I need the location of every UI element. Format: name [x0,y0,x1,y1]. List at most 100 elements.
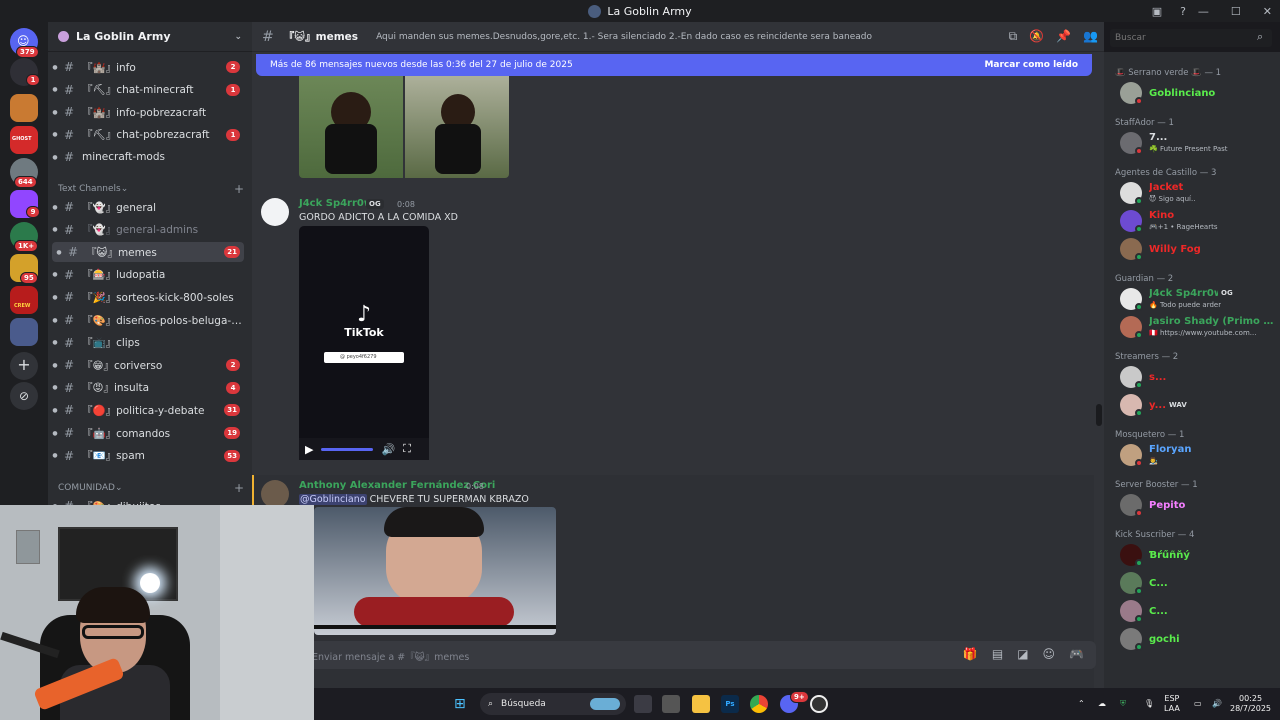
add-channel-icon[interactable]: + [234,481,244,495]
sidebar-channel[interactable]: ● # 『⛏』chat-minecraft 1 [48,80,244,100]
scrollbar[interactable] [1096,404,1102,426]
notification-icon[interactable]: 🔕 [1029,29,1044,44]
twitch-server-icon[interactable]: 9 [10,190,40,218]
tray-chevron-icon[interactable]: ⌃ [1078,699,1085,709]
compass-icon[interactable]: ⊘ [10,382,38,410]
cloud-icon[interactable]: ☁ [1098,699,1106,709]
sidebar-channel[interactable]: ● # 『🎉』sorteos-kick-800-soles [48,287,244,307]
member-item[interactable]: y... WAV [1120,392,1276,418]
task-view-icon[interactable] [634,695,652,713]
minimize-button[interactable]: — [1198,5,1209,18]
server-icon-6[interactable]: 1K+ [10,222,39,252]
search-input[interactable] [1110,29,1272,47]
mic-icon[interactable]: 🎙 [1144,699,1154,709]
server-icon-3[interactable]: GHOST [10,126,38,154]
member-item[interactable]: Kino 🎮+1 • RageHearts [1120,208,1276,234]
member-item[interactable]: Jasiro Shady (Primo d... 🇵🇪 https://www.y… [1120,314,1276,340]
member-item[interactable]: Goblinciano [1120,80,1276,106]
superman-gif[interactable] [314,507,556,635]
threads-icon[interactable]: ⧉ [1009,29,1018,44]
file-explorer-icon[interactable] [692,695,710,713]
pin-icon[interactable]: 📌 [1056,29,1071,44]
new-messages-bar[interactable]: Más de 86 mensajes nuevos desde las 0:36… [256,54,1092,76]
windows-start-icon[interactable]: ⊞ [454,696,466,712]
category-text-channels[interactable]: Text Channels ⌄ + [58,182,244,196]
user-mention[interactable]: @Goblinciano [299,494,367,505]
chrome-icon[interactable] [750,695,768,713]
inbox-icon[interactable]: ▣ [1152,5,1162,18]
tiktok-video[interactable]: ♪ TikTok @ peyo4f6279 ▶ 🔊 ⛶ [299,226,429,460]
sidebar-channel[interactable]: ● # 『👻』general [48,197,244,217]
apps-icon[interactable]: 🎮 [1069,647,1084,661]
member-item[interactable]: Jacket 😈 Sigo aquí.. [1120,180,1276,206]
member-item[interactable]: Floryan 👨‍🎨 [1120,442,1276,468]
taskbar-search[interactable]: ⌕ Búsqueda [480,693,626,715]
sidebar-channel[interactable]: ● # 『🎰』ludopatia [48,265,244,285]
emoji-icon[interactable]: ☺ [1043,647,1056,661]
sidebar-channel[interactable]: ● # 『🔴』politica-y-debate 31 [48,400,244,420]
server-icon-8[interactable]: CREW [10,286,38,314]
server-header[interactable]: La Goblin Army ⌄ [48,22,252,52]
discord-taskbar-icon[interactable]: 9+ [780,691,809,713]
play-icon[interactable]: ▶ [305,443,313,456]
help-icon[interactable]: ? [1180,5,1186,18]
mark-as-read-button[interactable]: Marcar como leído [984,60,1078,70]
server-icon-7[interactable]: 95 [10,254,38,284]
sidebar-channel[interactable]: ● # minecraft-mods [48,147,244,167]
message-composer[interactable]: Enviar mensaje a #『😺』memes 🎁 ▤ ◪ ☺ 🎮 [298,641,1096,669]
member-item[interactable]: J4ck Sp4rr0w 🔥 Todo puede arder OG [1120,286,1276,312]
member-item[interactable]: gochi [1120,626,1276,652]
seek-bar[interactable] [321,447,374,451]
member-item[interactable]: s... [1120,364,1276,390]
add-channel-icon[interactable]: + [234,182,244,196]
image-attachment[interactable] [299,66,509,178]
sidebar-channel[interactable]: ● # 『😺』memes 21 [52,242,244,263]
close-button[interactable]: ✕ [1263,5,1272,18]
sidebar-channel[interactable]: ● # 『👻』general-admins [48,220,244,240]
sidebar-channel[interactable]: ● # 『🎨』diseños-polos-beluga-ar... [48,310,244,330]
language-indicator[interactable]: ESP LAA [1164,694,1180,714]
sidebar-channel[interactable]: ● # 『📺』clips [48,333,244,353]
photoshop-icon[interactable]: Ps [721,695,739,713]
category-comunidad[interactable]: COMUNIDAD ⌄ + [58,481,244,495]
channel-label: 『⛏』chat-minecraft [82,84,194,97]
channel-sidebar: La Goblin Army ⌄ ● # 『🏰』info 2 ● # 『⛏』chat-min… [48,22,252,506]
sidebar-channel[interactable]: ● # 『🏰』info 2 [48,57,244,77]
security-icon[interactable]: ⛨ [1120,699,1126,709]
volume-icon[interactable]: 🔊 [381,443,395,456]
member-item[interactable]: Ɓŕűñňý [1120,542,1276,568]
volume-icon[interactable]: 🔊 [1212,699,1222,709]
app-icon[interactable] [662,695,680,713]
gift-icon[interactable]: 🎁 [963,647,978,661]
network-icon[interactable]: ▭ [1194,699,1202,709]
server-icon-2[interactable] [10,94,38,122]
server-icon-1[interactable]: 1 [10,58,40,86]
member-item[interactable]: 7... ☘️ Future Present Past [1120,130,1276,156]
chevron-down-icon[interactable]: ⌄ [234,32,242,42]
home-button[interactable]: ☺ 379 [10,28,39,58]
server-icon-9[interactable] [10,318,38,346]
clock[interactable]: 00:25 28/7/2025 [1230,694,1271,714]
member-item[interactable]: C... [1120,570,1276,596]
maximize-button[interactable]: ☐ [1231,5,1241,18]
sidebar-channel[interactable]: ● # 『🤖』comandos 19 [48,423,244,443]
channel-topic[interactable]: Aqui manden sus memes.Desnudos,gore,etc.… [376,32,872,42]
avatar[interactable] [261,198,289,226]
member-item[interactable]: Pepito [1120,492,1276,518]
app-icon[interactable] [810,695,828,713]
sidebar-channel[interactable]: ● # 『⛏』chat-pobrezacraft 1 [48,125,244,145]
add-server-button[interactable]: + [10,352,38,380]
member-item[interactable]: C... [1120,598,1276,624]
fullscreen-icon[interactable]: ⛶ [403,442,411,456]
sticker-icon[interactable]: ◪ [1017,647,1028,661]
server-icon-4[interactable]: 644 [10,158,38,188]
gif-icon[interactable]: ▤ [992,647,1003,661]
sidebar-channel[interactable]: ● # 『😡』insulta 4 [48,378,244,398]
sidebar-channel[interactable]: ● # 『😁』coriverso 2 [48,355,244,375]
message-author[interactable]: J4ck Sp4rr0w [299,198,373,209]
sidebar-channel[interactable]: ● # 『🏰』info-pobrezacraft [48,102,244,122]
avatar[interactable] [261,480,289,508]
member-list-icon[interactable]: 👥 [1083,29,1098,44]
sidebar-channel[interactable]: ● # 『📧』spam 53 [48,446,244,466]
member-item[interactable]: Willy Fog [1120,236,1276,262]
